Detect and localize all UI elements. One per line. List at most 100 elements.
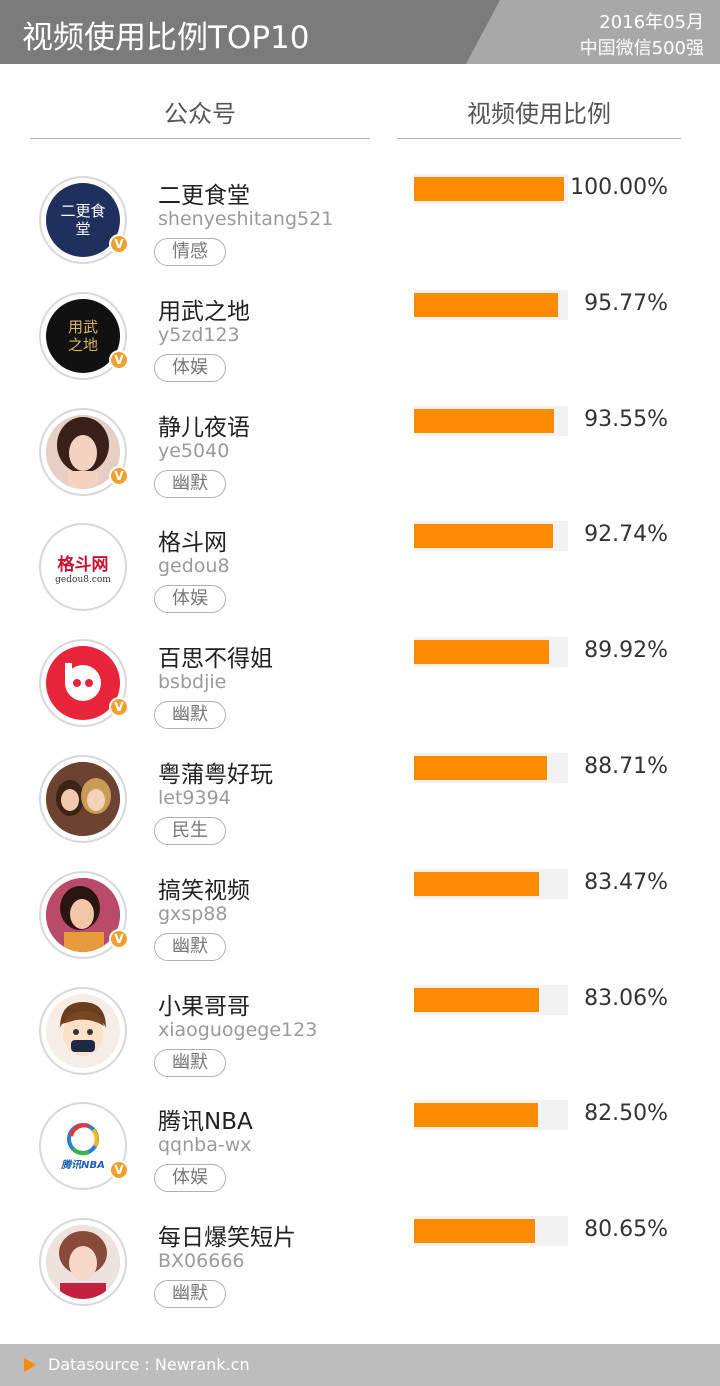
account-name: 每日爆笑短片 xyxy=(158,1225,296,1251)
bar xyxy=(414,1103,538,1127)
data-label: 92.74% xyxy=(584,522,668,547)
list-item: 小果哥哥 xiaoguogege123 幽默 83.06% xyxy=(0,975,720,1091)
avatar-logo-text: 格斗网 xyxy=(57,554,109,575)
bar-track xyxy=(414,521,568,551)
account-id: BX06666 xyxy=(158,1250,245,1272)
bar xyxy=(414,640,549,664)
account-id: bsbdjie xyxy=(158,671,227,693)
datasource-label: Datasource : Newrank.cn xyxy=(48,1355,250,1374)
footer-bar: Datasource : Newrank.cn xyxy=(0,1344,720,1386)
account-id: qqnba-wx xyxy=(158,1134,252,1156)
verified-v-icon: V xyxy=(109,466,129,486)
list-item: 每日爆笑短片 BX06666 幽默 80.65% xyxy=(0,1206,720,1322)
account-name: 格斗网 xyxy=(158,530,227,556)
category-tag: 体娱 xyxy=(154,1164,226,1192)
avatar: 格斗网 gedou8.com xyxy=(39,523,127,611)
account-id: y5zd123 xyxy=(158,324,240,346)
bar-track xyxy=(414,174,568,204)
list-item: V 百思不得姐 bsbdjie 幽默 89.92% xyxy=(0,627,720,743)
page-title: 视频使用比例TOP10 xyxy=(22,20,310,56)
bar xyxy=(414,177,564,201)
category-tag: 幽默 xyxy=(154,1049,226,1077)
account-name: 用武之地 xyxy=(158,299,250,325)
data-label: 88.71% xyxy=(584,754,668,779)
header-subtitle: 中国微信500强 xyxy=(579,38,704,59)
data-label: 83.47% xyxy=(584,870,668,895)
list-item: V 搞笑视频 gxsp88 幽默 83.47% xyxy=(0,859,720,975)
account-name: 百思不得姐 xyxy=(158,646,273,672)
category-tag: 体娱 xyxy=(154,585,226,613)
data-label: 83.06% xyxy=(584,986,668,1011)
bar-track xyxy=(414,1216,568,1246)
bar-track xyxy=(414,869,568,899)
bar xyxy=(414,524,553,548)
account-id: gxsp88 xyxy=(158,903,228,925)
avatar-logo-text: 腾讯NBA xyxy=(61,1159,105,1171)
bar xyxy=(414,756,547,780)
account-id: shenyeshitang521 xyxy=(158,208,334,230)
list-item: 腾讯NBA V 腾讯NBA qqnba-wx 体娱 82.50% xyxy=(0,1090,720,1206)
column-divider-ratio xyxy=(397,138,681,139)
avatar-logo-text: 用武之地 xyxy=(67,318,98,354)
header-bar: 视频使用比例TOP10 2016年05月 中国微信500强 xyxy=(0,0,720,64)
data-label: 89.92% xyxy=(584,638,668,663)
category-tag: 情感 xyxy=(154,238,226,266)
verified-v-icon: V xyxy=(109,1160,129,1180)
verified-v-icon: V xyxy=(109,234,129,254)
avatar xyxy=(39,987,127,1075)
avatar: V xyxy=(39,639,129,727)
list-item: 用武之地 V 用武之地 y5zd123 体娱 95.77% xyxy=(0,280,720,396)
play-arrow-icon xyxy=(24,1358,36,1372)
list-item: 二更食堂 V 二更食堂 shenyeshitang521 情感 100.00% xyxy=(0,164,720,280)
account-name: 二更食堂 xyxy=(158,183,250,209)
bar-track xyxy=(414,290,568,320)
bar-track xyxy=(414,406,568,436)
bar-track xyxy=(414,1100,568,1130)
bar-track xyxy=(414,637,568,667)
avatar xyxy=(39,1218,127,1306)
list-item: 格斗网 gedou8.com 格斗网 gedou8 体娱 92.74% xyxy=(0,511,720,627)
list-item: V 静儿夜语 ye5040 幽默 93.55% xyxy=(0,396,720,512)
verified-v-icon: V xyxy=(109,697,129,717)
verified-v-icon: V xyxy=(109,350,129,370)
account-id: xiaoguogege123 xyxy=(158,1019,318,1041)
verified-v-icon: V xyxy=(109,929,129,949)
category-tag: 民生 xyxy=(154,817,226,845)
column-header-account: 公众号 xyxy=(164,100,236,128)
header-date: 2016年05月 xyxy=(599,12,704,33)
column-header-ratio: 视频使用比例 xyxy=(467,100,611,128)
bar xyxy=(414,409,554,433)
category-tag: 幽默 xyxy=(154,470,226,498)
category-tag: 幽默 xyxy=(154,1280,226,1308)
category-tag: 体娱 xyxy=(154,354,226,382)
bar-track xyxy=(414,753,568,783)
account-id: let9394 xyxy=(158,787,231,809)
account-name: 腾讯NBA xyxy=(158,1109,253,1135)
avatar: V xyxy=(39,871,129,959)
avatar: V xyxy=(39,408,129,496)
category-tag: 幽默 xyxy=(154,933,226,961)
column-divider-account xyxy=(30,138,370,139)
account-name: 静儿夜语 xyxy=(158,415,250,441)
avatar-logo-subtext: gedou8.com xyxy=(55,574,111,585)
account-name: 粤蒲粤好玩 xyxy=(158,762,273,788)
account-name: 小果哥哥 xyxy=(158,994,250,1020)
list-item: 粤蒲粤好玩 let9394 民生 88.71% xyxy=(0,743,720,859)
avatar xyxy=(39,755,127,843)
category-tag: 幽默 xyxy=(154,701,226,729)
data-label: 100.00% xyxy=(570,175,668,200)
account-id: gedou8 xyxy=(158,555,230,577)
data-label: 80.65% xyxy=(584,1217,668,1242)
avatar: 用武之地 V xyxy=(39,292,129,380)
bar xyxy=(414,988,539,1012)
bar xyxy=(414,872,539,896)
account-name: 搞笑视频 xyxy=(158,878,250,904)
avatar: 腾讯NBA V xyxy=(39,1102,129,1190)
bar xyxy=(414,293,558,317)
account-id: ye5040 xyxy=(158,440,230,462)
avatar: 二更食堂 V xyxy=(39,176,129,264)
data-label: 93.55% xyxy=(584,407,668,432)
bar-track xyxy=(414,985,568,1015)
data-label: 82.50% xyxy=(584,1101,668,1126)
avatar-logo-text: 二更食堂 xyxy=(60,202,106,238)
